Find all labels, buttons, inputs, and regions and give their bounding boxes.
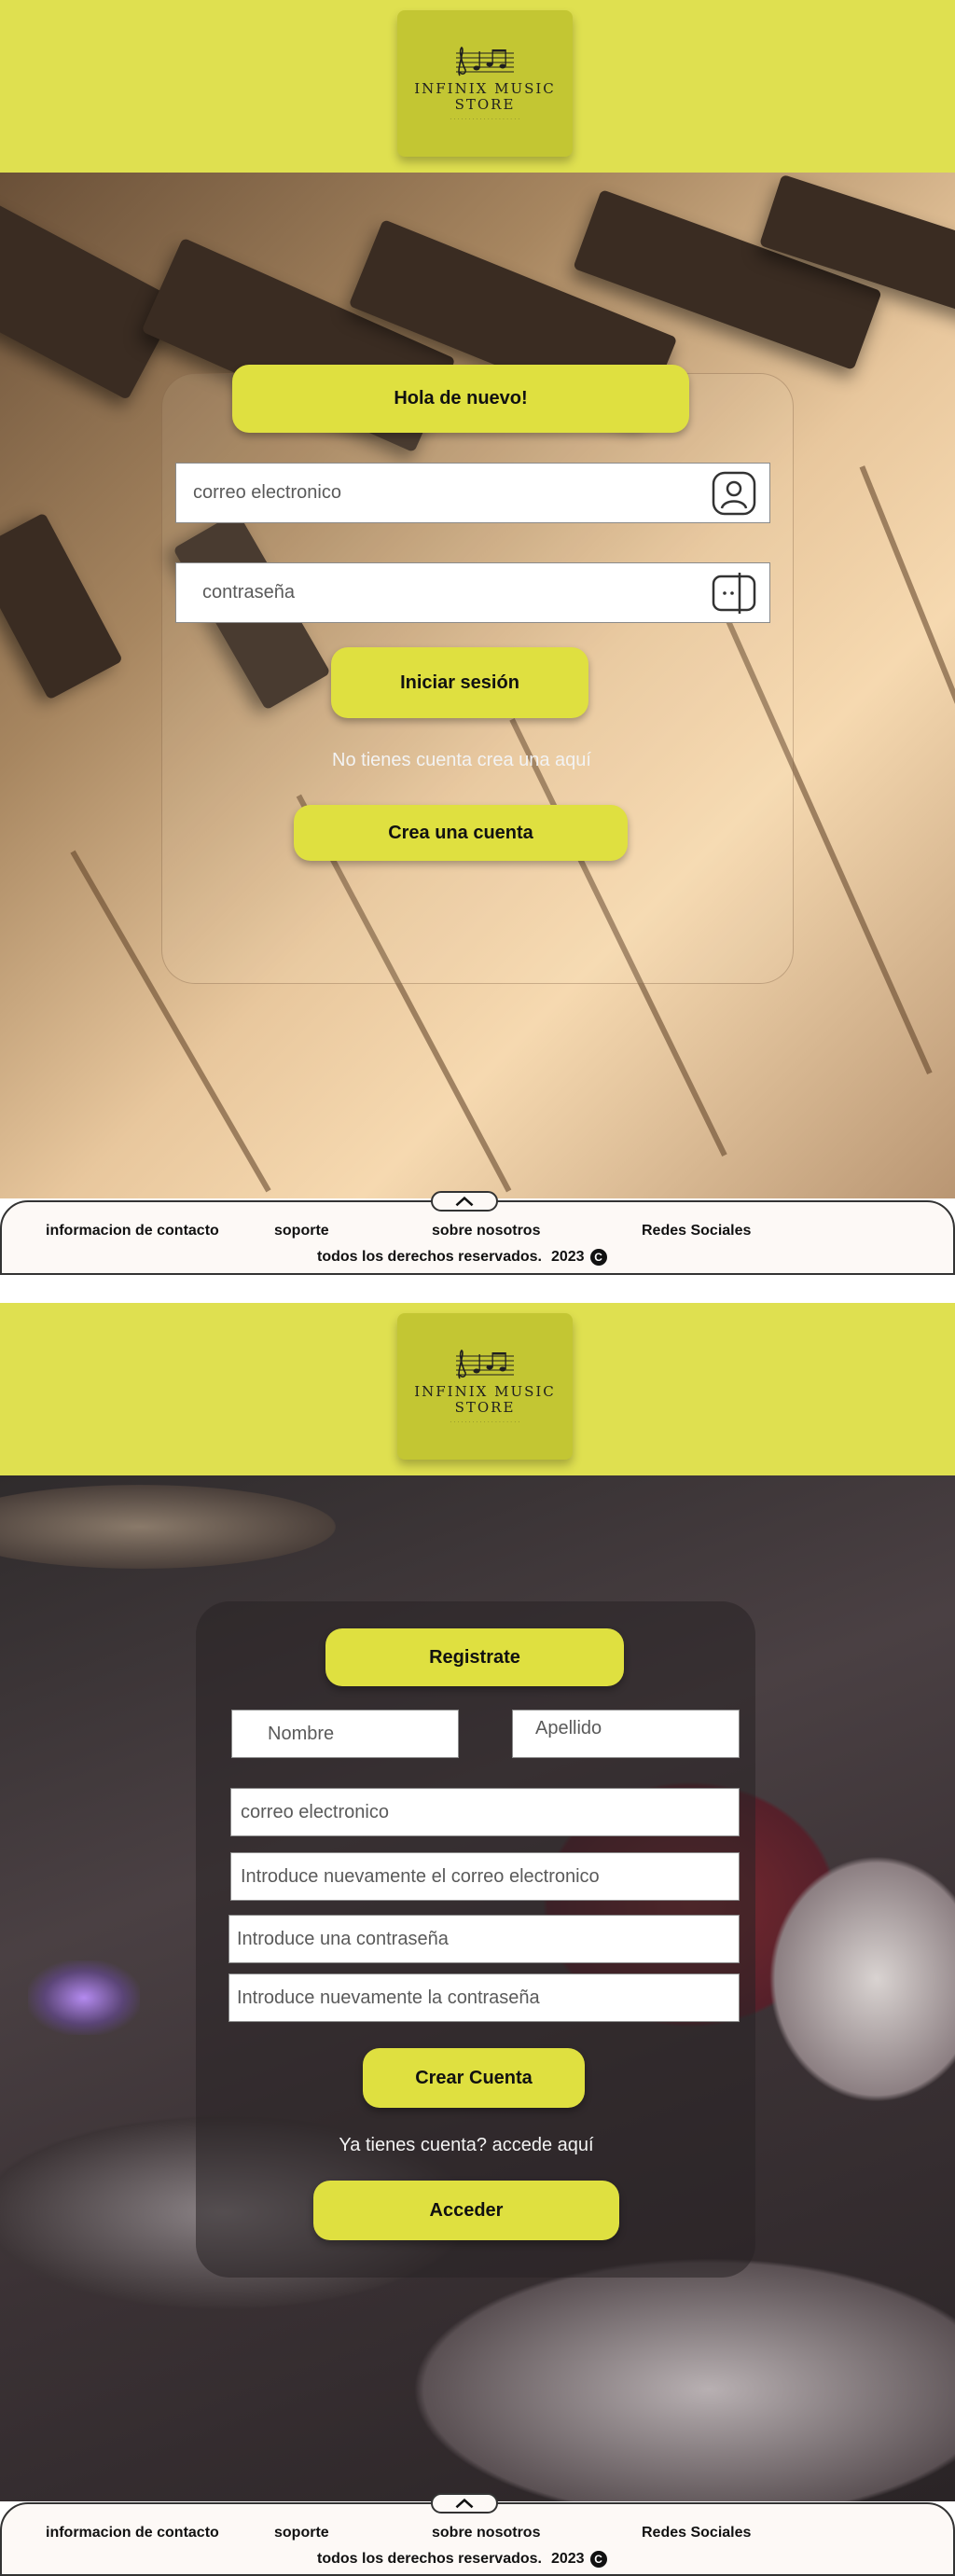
music-notes-icon	[456, 1349, 514, 1378]
login-title: Hola de nuevo!	[232, 365, 689, 433]
footer-support-link[interactable]: soporte	[274, 1223, 329, 1240]
store-logo[interactable]: INFINIX MUSIC STORE · · · · · · · · · · …	[397, 1313, 573, 1460]
register-password-confirm-placeholder: Introduce nuevamente la contraseña	[237, 1987, 540, 2008]
footer-support-link[interactable]: soporte	[274, 2525, 329, 2541]
last-name-field[interactable]: Apellido	[512, 1710, 740, 1758]
brand-tagline-mark: · · · · · · · · · · · · · · · · · · ·	[450, 116, 520, 122]
stage-light	[28, 1960, 140, 2035]
footer-contact-link[interactable]: informacion de contacto	[46, 1223, 219, 1240]
footer-rights-text: todos los derechos reservados.	[317, 2551, 542, 2567]
footer-toggle-button[interactable]	[431, 2493, 498, 2514]
brand-name-line2: STORE	[454, 95, 516, 113]
piano-key-gap	[859, 465, 955, 831]
music-notes-icon	[456, 46, 514, 76]
footer-toggle-button[interactable]	[431, 1191, 498, 1212]
store-logo[interactable]: INFINIX MUSIC STORE · · · · · · · · · · …	[397, 10, 573, 157]
login-submit-button[interactable]: Iniciar sesión	[331, 647, 588, 718]
register-password-confirm-field[interactable]: Introduce nuevamente la contraseña	[228, 1974, 740, 2022]
footer-about-link[interactable]: sobre nosotros	[432, 1223, 540, 1240]
footer-rights-text: todos los derechos reservados.	[317, 1249, 542, 1265]
last-name-placeholder: Apellido	[535, 1718, 602, 1738]
access-button[interactable]: Acceder	[313, 2181, 619, 2240]
footer-copyright: todos los derechos reservados. 2023 C	[317, 2551, 607, 2568]
brand-name-line1: INFINIX MUSIC	[414, 1382, 556, 1400]
copyright-icon: C	[589, 2551, 607, 2568]
footer-login: informacion de contacto soporte sobre no…	[0, 1191, 955, 1275]
copyright-icon: C	[589, 1249, 607, 1266]
register-email-placeholder: correo electronico	[241, 1801, 389, 1822]
register-email-confirm-field[interactable]: Introduce nuevamente el correo electroni…	[230, 1852, 740, 1901]
register-title: Registrate	[325, 1628, 624, 1686]
footer-register: informacion de contacto soporte sobre no…	[0, 2493, 955, 2576]
piano-black-key	[0, 512, 123, 700]
chevron-up-icon	[455, 2498, 474, 2509]
footer-social-link[interactable]: Redes Sociales	[642, 2525, 751, 2541]
create-account-submit-button[interactable]: Crear Cuenta	[363, 2048, 585, 2108]
brand-tagline-mark: · · · · · · · · · · · · · · · · · · ·	[450, 1419, 520, 1425]
footer-year: 2023	[550, 2551, 585, 2567]
footer-about-link[interactable]: sobre nosotros	[432, 2525, 540, 2541]
password-field[interactable]: contraseña	[175, 562, 770, 623]
lock-icon	[712, 573, 756, 614]
first-name-field[interactable]: Nombre	[231, 1710, 459, 1758]
email-field-placeholder: correo electronico	[193, 482, 341, 503]
cymbal	[0, 1485, 336, 1569]
footer-copyright: todos los derechos reservados. 2023 C	[317, 1249, 607, 1266]
brand-name-line2: STORE	[454, 1398, 516, 1416]
brand-name-line1: INFINIX MUSIC	[414, 79, 556, 97]
register-email-field[interactable]: correo electronico	[230, 1788, 740, 1836]
create-account-button[interactable]: Crea una cuenta	[294, 805, 628, 861]
password-field-placeholder: contraseña	[202, 582, 295, 602]
no-account-link[interactable]: No tienes cuenta crea una aquí	[270, 750, 653, 771]
footer-year: 2023	[550, 1249, 585, 1265]
footer-contact-link[interactable]: informacion de contacto	[46, 2525, 219, 2541]
user-icon	[712, 471, 756, 516]
piano-black-key	[0, 187, 180, 401]
register-password-field[interactable]: Introduce una contraseña	[228, 1915, 740, 1963]
have-account-link[interactable]: Ya tienes cuenta? accede aquí	[308, 2135, 625, 2156]
register-email-confirm-placeholder: Introduce nuevamente el correo electroni…	[241, 1865, 600, 1887]
email-field[interactable]: correo electronico	[175, 463, 770, 523]
register-password-placeholder: Introduce una contraseña	[237, 1928, 449, 1949]
header-register: INFINIX MUSIC STORE · · · · · · · · · · …	[0, 1303, 955, 1475]
header-login: INFINIX MUSIC STORE · · · · · · · · · · …	[0, 0, 955, 173]
first-name-placeholder: Nombre	[268, 1723, 335, 1744]
chevron-up-icon	[455, 1196, 474, 1207]
drum-head	[373, 2240, 955, 2501]
footer-social-link[interactable]: Redes Sociales	[642, 1223, 751, 1240]
